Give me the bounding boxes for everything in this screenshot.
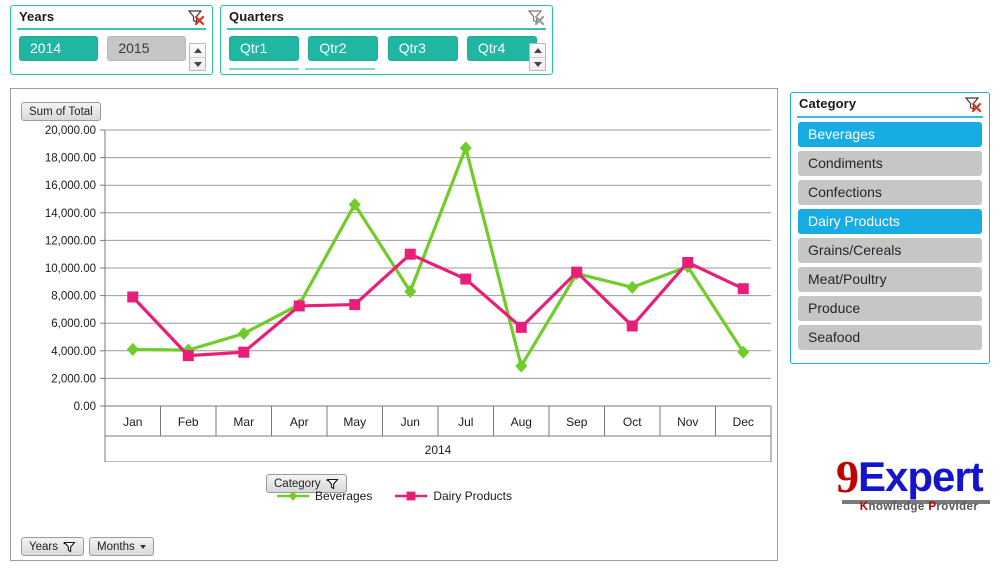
clear-filter-icon[interactable] bbox=[187, 9, 205, 25]
slicer-item-qtr4[interactable]: Qtr4 bbox=[467, 36, 538, 61]
slicer-item-qtr1[interactable]: Qtr1 bbox=[229, 36, 299, 61]
slicer-item-2014[interactable]: 2014 bbox=[19, 36, 98, 61]
category-field-label: Category bbox=[274, 477, 321, 490]
quarters-scroll-up-button[interactable] bbox=[530, 44, 545, 57]
slicer-item-meat-poultry[interactable]: Meat/Poultry bbox=[798, 267, 982, 292]
quarters-slicer-header: Quarters bbox=[221, 6, 552, 30]
category-slicer-title: Category bbox=[799, 96, 857, 111]
category-slicer-items: Beverages Condiments Confections Dairy P… bbox=[791, 118, 989, 360]
quarters-scroll-down-button[interactable] bbox=[530, 57, 545, 71]
slicer-item-qtr3[interactable]: Qtr3 bbox=[387, 36, 458, 61]
legend-label-dairy-products: Dairy Products bbox=[433, 489, 513, 503]
svg-text:10,000.00: 10,000.00 bbox=[45, 263, 96, 275]
legend-item-dairy-products[interactable]: Dairy Products bbox=[394, 489, 512, 503]
months-field-label: Months bbox=[97, 540, 135, 553]
slicer-item-grains-cereals[interactable]: Grains/Cereals bbox=[798, 238, 982, 263]
slicer-item-qtr2[interactable]: Qtr2 bbox=[308, 36, 379, 61]
chart-plot-area: 0.00 2,000.00 4,000.00 6,000.00 8,000.00 10,0… bbox=[45, 125, 772, 462]
years-slicer[interactable]: Years 2014 2015 bbox=[10, 5, 213, 75]
svg-text:6,000.00: 6,000.00 bbox=[51, 318, 96, 330]
category-slicer-rule bbox=[797, 116, 983, 118]
chevron-down-icon bbox=[193, 62, 202, 67]
svg-text:Apr: Apr bbox=[290, 415, 309, 429]
legend-label-beverages: Beverages bbox=[314, 489, 373, 503]
years-slicer-title: Years bbox=[19, 9, 55, 24]
clear-filter-icon[interactable] bbox=[964, 96, 982, 112]
category-slicer-header: Category bbox=[791, 93, 989, 118]
quarters-scroll-spinner[interactable] bbox=[529, 43, 546, 71]
svg-text:0.00: 0.00 bbox=[74, 401, 96, 413]
logo-wordmark: Expert bbox=[858, 453, 984, 500]
svg-text:Jan: Jan bbox=[123, 415, 142, 429]
svg-text:Oct: Oct bbox=[623, 415, 642, 429]
slicer-item-2015[interactable]: 2015 bbox=[107, 36, 187, 61]
quarters-slicer-items: Qtr1 Qtr2 Qtr3 Qtr4 bbox=[221, 30, 552, 67]
chevron-up-icon bbox=[533, 48, 542, 53]
chevron-down-icon bbox=[139, 544, 146, 549]
years-slicer-items: 2014 2015 bbox=[11, 30, 212, 67]
quarters-slicer-rule bbox=[227, 28, 546, 30]
svg-text:Jun: Jun bbox=[401, 415, 420, 429]
quarters-slicer-title: Quarters bbox=[229, 9, 284, 24]
svg-text:8,000.00: 8,000.00 bbox=[51, 291, 96, 303]
slicer-item-condiments[interactable]: Condiments bbox=[798, 151, 982, 176]
svg-text:Feb: Feb bbox=[178, 415, 199, 429]
slicer-item-dairy-products[interactable]: Dairy Products bbox=[798, 209, 982, 234]
years-slicer-header: Years bbox=[11, 6, 212, 30]
svg-text:12,000.00: 12,000.00 bbox=[45, 235, 96, 247]
slicer-item-confections[interactable]: Confections bbox=[798, 180, 982, 205]
pivot-chart[interactable]: Sum of Total 0.00 2,000.00 4,000.00 6,000.0… bbox=[10, 88, 778, 561]
svg-text:2,000.00: 2,000.00 bbox=[51, 373, 96, 385]
chart-legend: Beverages Dairy Products bbox=[11, 489, 777, 503]
value-field-label: Sum of Total bbox=[29, 105, 93, 118]
svg-text:16,000.00: 16,000.00 bbox=[45, 180, 96, 192]
quarters-row-underline bbox=[305, 68, 375, 70]
years-field-button[interactable]: Years bbox=[21, 537, 84, 556]
logo-9expert: 9 Expert Knowledge Provider bbox=[836, 452, 990, 514]
quarters-slicer[interactable]: Quarters Qtr1 Qtr2 Qtr3 Qtr4 bbox=[220, 5, 553, 75]
chevron-up-icon bbox=[193, 48, 202, 53]
filter-funnel-icon bbox=[325, 478, 339, 490]
svg-text:Aug: Aug bbox=[511, 415, 532, 429]
logo-tagline: Knowledge Provider bbox=[844, 501, 994, 513]
svg-text:Sep: Sep bbox=[566, 415, 588, 429]
value-field-button[interactable]: Sum of Total bbox=[21, 102, 101, 121]
svg-text:May: May bbox=[343, 415, 366, 429]
slicer-item-beverages[interactable]: Beverages bbox=[798, 122, 982, 147]
years-scroll-spinner[interactable] bbox=[189, 43, 206, 71]
logo-tagline-k: K bbox=[859, 501, 869, 513]
category-slicer[interactable]: Category Beverages Condiments Confection… bbox=[790, 92, 990, 364]
logo-tagline-rest: nowledge bbox=[868, 501, 929, 513]
filter-funnel-icon bbox=[63, 541, 76, 553]
years-slicer-rule bbox=[17, 28, 206, 30]
svg-text:18,000.00: 18,000.00 bbox=[45, 153, 96, 165]
svg-text:Nov: Nov bbox=[677, 415, 698, 429]
svg-text:2014: 2014 bbox=[425, 443, 452, 457]
legend-item-beverages[interactable]: Beverages bbox=[276, 489, 372, 503]
svg-text:Mar: Mar bbox=[233, 415, 254, 429]
svg-text:14,000.00: 14,000.00 bbox=[45, 208, 96, 220]
slicer-item-produce[interactable]: Produce bbox=[798, 296, 982, 321]
legend-key-beverages bbox=[276, 491, 309, 501]
svg-text:20,000.00: 20,000.00 bbox=[45, 125, 96, 137]
months-field-button[interactable]: Months bbox=[89, 537, 154, 556]
chevron-down-icon bbox=[533, 62, 542, 67]
quarters-row-underline bbox=[229, 68, 299, 70]
years-scroll-down-button[interactable] bbox=[190, 57, 205, 71]
svg-text:4,000.00: 4,000.00 bbox=[51, 346, 96, 358]
slicer-item-seafood[interactable]: Seafood bbox=[798, 325, 982, 350]
logo-nine: 9 bbox=[836, 451, 859, 502]
years-field-label: Years bbox=[29, 540, 58, 553]
legend-key-dairy-products bbox=[395, 491, 428, 501]
years-scroll-up-button[interactable] bbox=[190, 44, 205, 57]
svg-text:Dec: Dec bbox=[733, 415, 754, 429]
logo-tagline-rest2: rovider bbox=[936, 501, 979, 513]
svg-text:Jul: Jul bbox=[458, 415, 473, 429]
clear-filter-icon[interactable] bbox=[527, 9, 545, 25]
